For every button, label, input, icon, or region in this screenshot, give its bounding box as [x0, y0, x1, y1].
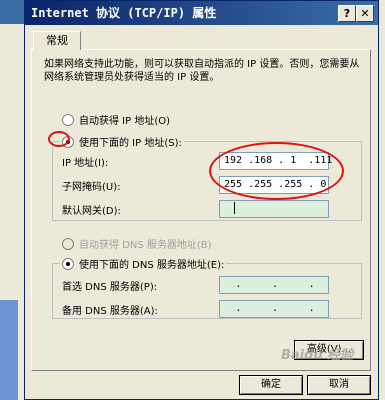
- auto-dns-label: 自动获得 DNS 服务器地址(B): [79, 240, 212, 251]
- default-gateway-label: 默认网关(D):: [62, 206, 121, 217]
- alternate-dns-field[interactable]: ...: [219, 300, 329, 318]
- subnet-mask-field[interactable]: 255 .255 .255 . 0: [219, 176, 329, 194]
- text-caret: [234, 202, 235, 214]
- manual-dns-label: 使用下面的 DNS 服务器地址(E):: [79, 260, 225, 271]
- auto-dns-radio[interactable]: [62, 237, 74, 250]
- cancel-button[interactable]: 取消: [307, 375, 371, 395]
- alternate-dns-dots: ...: [235, 303, 315, 314]
- auto-ip-option[interactable]: 自动获得 IP 地址(O): [62, 112, 170, 127]
- tab-general[interactable]: 常规: [33, 31, 81, 50]
- preferred-dns-field[interactable]: ...: [219, 276, 329, 294]
- manual-dns-radio[interactable]: [62, 257, 74, 270]
- close-button[interactable]: ✕: [356, 5, 374, 22]
- watermark-text: Baidu 经验: [281, 348, 354, 363]
- dialog-title: Internet 协议 (TCP/IP) 属性: [31, 6, 217, 20]
- manual-ip-option[interactable]: 使用下面的 IP 地址(S):: [60, 134, 184, 149]
- background-desktop-strip: [0, 300, 18, 400]
- ok-button[interactable]: 确定: [239, 375, 303, 395]
- general-tab-panel: 如果网络支持此功能，则可以获取自动指派的 IP 设置。否则，您需要从网络系统管理…: [31, 49, 371, 371]
- alternate-dns-label: 备用 DNS 服务器(A):: [62, 306, 158, 317]
- subnet-mask-label: 子网掩码(U):: [62, 182, 121, 193]
- auto-dns-option[interactable]: 自动获得 DNS 服务器地址(B): [62, 236, 212, 251]
- ip-address-label: IP 地址(I):: [62, 158, 109, 169]
- dialog-titlebar: Internet 协议 (TCP/IP) 属性 ? ✕: [25, 1, 378, 25]
- description-text: 如果网络支持此功能，则可以获取自动指派的 IP 设置。否则，您需要从网络系统管理…: [44, 59, 360, 83]
- manual-ip-radio[interactable]: [62, 135, 74, 148]
- auto-ip-label: 自动获得 IP 地址(O): [79, 116, 171, 127]
- preferred-dns-dots: ...: [235, 279, 315, 290]
- manual-dns-option[interactable]: 使用下面的 DNS 服务器地址(E):: [60, 256, 227, 271]
- default-gateway-field[interactable]: [219, 200, 329, 218]
- help-button[interactable]: ?: [338, 5, 356, 22]
- tcpip-properties-dialog: Internet 协议 (TCP/IP) 属性 ? ✕ 常规 如果网络支持此功能…: [24, 0, 379, 400]
- manual-ip-label: 使用下面的 IP 地址(S):: [79, 138, 182, 149]
- auto-ip-radio[interactable]: [62, 113, 74, 126]
- ip-address-field[interactable]: 192 .168 . 1 .111: [219, 152, 332, 170]
- preferred-dns-label: 首选 DNS 服务器(P):: [62, 282, 158, 293]
